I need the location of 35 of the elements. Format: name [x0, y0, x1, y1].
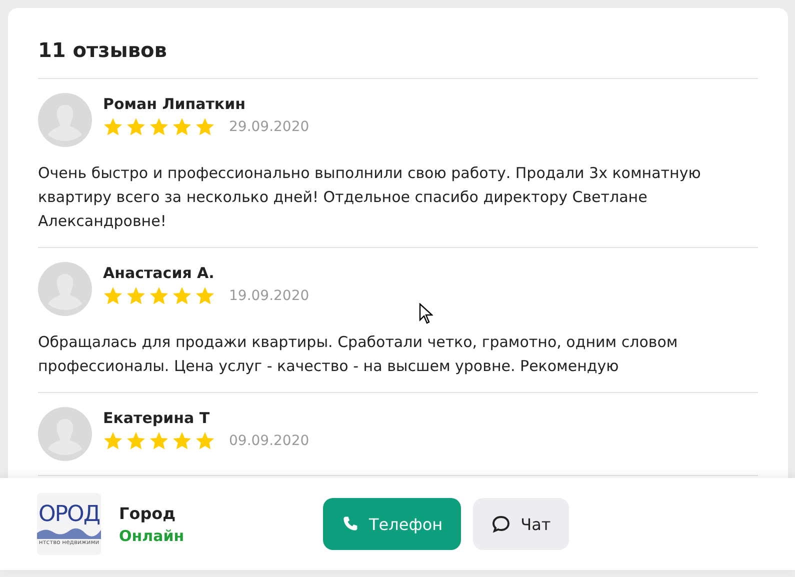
cursor-icon — [419, 303, 433, 325]
star-icon — [195, 431, 215, 451]
online-status: Онлайн — [119, 526, 186, 544]
review-text: Обращалась для продажи квартиры. Сработали четко, грамотно, одним словом профессионалы. Цена услуг - качество - на высшем уровне. Рекомендую — [38, 332, 679, 377]
logo-text: ОРОД — [38, 502, 100, 526]
chat-button[interactable]: Чат — [472, 498, 569, 550]
star-icon — [172, 286, 192, 306]
reviews-title: 11 отзывов — [38, 8, 758, 79]
review-date: 19.09.2020 — [229, 288, 310, 304]
star-icon — [103, 431, 123, 451]
company-name: Город — [119, 504, 177, 522]
star-icon — [126, 431, 146, 451]
avatar-icon — [38, 407, 92, 461]
star-icon — [172, 117, 192, 137]
phone-icon — [341, 515, 359, 533]
star-icon — [149, 117, 169, 137]
star-icon — [195, 286, 215, 306]
star-icon — [103, 117, 123, 137]
author-name: Роман Липаткин — [103, 95, 246, 113]
chat-icon — [490, 514, 511, 534]
review-date: 09.09.2020 — [229, 433, 310, 449]
author-name: Екатерина Т — [103, 409, 211, 427]
star-icon — [126, 117, 146, 137]
author-name: Анастасия А. — [103, 264, 216, 282]
star-icon — [172, 431, 192, 451]
logo-wave-icon — [37, 526, 101, 538]
avatar-icon — [38, 262, 92, 316]
star-icon — [126, 286, 146, 306]
star-icon — [149, 431, 169, 451]
review-date: 29.09.2020 — [229, 119, 310, 135]
avatar-icon — [38, 93, 92, 147]
star-icon — [195, 117, 215, 137]
star-icon — [149, 286, 169, 306]
star-icon — [103, 286, 123, 306]
review-text: Очень быстро и профессионально выполнили свою работу. Продали 3х комнатную квартиру всего за несколько дней! Отдельное спасибо директору Светлане Александровне! — [38, 163, 702, 232]
